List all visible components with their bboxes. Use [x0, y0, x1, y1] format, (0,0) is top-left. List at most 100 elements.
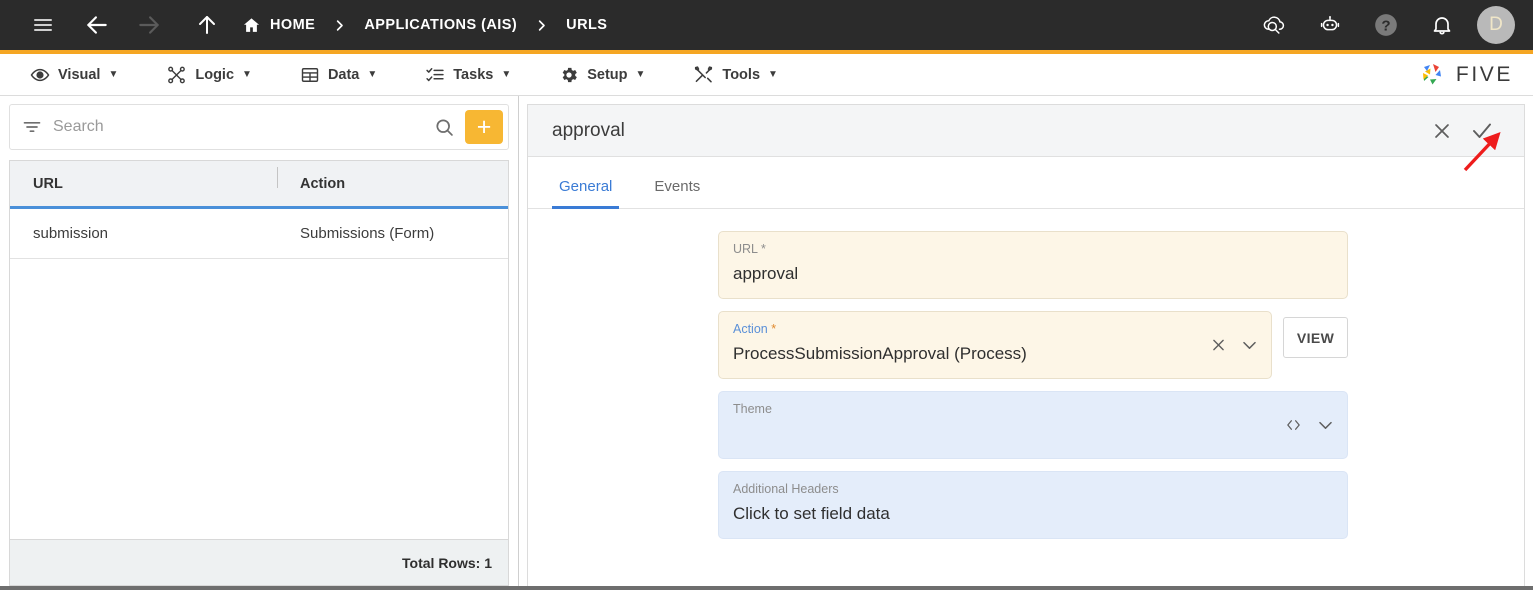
- help-icon[interactable]: ?: [1365, 4, 1407, 46]
- table-grid-icon: [300, 65, 320, 85]
- top-nav-right: ? D: [1253, 4, 1515, 46]
- notifications-bell-icon[interactable]: [1421, 4, 1463, 46]
- menu-label-setup: Setup: [587, 67, 627, 83]
- breadcrumb-separator-2: [534, 18, 549, 33]
- detail-card: approval General Events: [527, 104, 1525, 586]
- form-area: URL * approval Action * Proce: [528, 209, 1524, 586]
- chevron-down-icon: ▼: [636, 70, 646, 80]
- menu-item-tools[interactable]: Tools ▼: [679, 54, 792, 95]
- menu-label-visual: Visual: [58, 67, 100, 83]
- field-label-theme: Theme: [733, 402, 1333, 417]
- field-additional-headers[interactable]: Additional Headers Click to set field da…: [718, 471, 1348, 539]
- close-icon[interactable]: [1422, 111, 1462, 151]
- search-icon[interactable]: [434, 117, 455, 138]
- table-row[interactable]: submission Submissions (Form): [10, 209, 508, 259]
- code-brackets-icon[interactable]: [1284, 417, 1303, 434]
- filter-icon[interactable]: [22, 117, 42, 137]
- chevron-down-icon: ▼: [242, 70, 252, 80]
- back-arrow-icon[interactable]: [76, 4, 118, 46]
- field-value-url: approval: [733, 257, 1333, 298]
- form-column: URL * approval Action * Proce: [718, 231, 1348, 539]
- breadcrumb-separator-1: [332, 18, 347, 33]
- detail-tabs: General Events: [528, 157, 1524, 209]
- field-label-text-action: Action: [733, 322, 768, 336]
- confirm-check-icon[interactable]: [1462, 111, 1502, 151]
- menu-item-visual[interactable]: Visual ▼: [16, 54, 132, 95]
- breadcrumb-item-home[interactable]: HOME: [242, 16, 315, 35]
- breadcrumb-item-applications[interactable]: APPLICATIONS (AIS): [364, 16, 517, 34]
- menu-label-data: Data: [328, 67, 359, 83]
- url-grid: URL Action submission Submissions (Form): [9, 160, 509, 539]
- gear-icon: [559, 65, 579, 85]
- five-pinwheel-logo-icon: [1418, 61, 1448, 89]
- url-detail-panel: approval General Events: [519, 96, 1533, 586]
- field-row-url: URL * approval: [718, 231, 1348, 299]
- field-action-icons: [1210, 336, 1259, 355]
- chevron-down-icon: ▼: [367, 70, 377, 80]
- svg-text:?: ?: [1381, 17, 1390, 34]
- field-label-url: URL *: [733, 242, 1333, 257]
- field-label-action: Action *: [733, 322, 1257, 337]
- field-theme-icons: [1284, 416, 1335, 435]
- add-url-button[interactable]: +: [465, 110, 503, 144]
- brand-logo: FIVE: [1418, 61, 1513, 89]
- cell-url: submission: [10, 225, 277, 242]
- chevron-down-icon[interactable]: [1316, 416, 1335, 435]
- url-list-panel: + URL Action submission Submissions (For…: [0, 96, 519, 586]
- cell-action: Submissions (Form): [277, 225, 508, 242]
- module-menu-bar: Visual ▼ Logic ▼: [0, 54, 1533, 96]
- field-theme[interactable]: Theme: [718, 391, 1348, 459]
- home-icon: [242, 16, 261, 35]
- logic-nodes-icon: [166, 65, 187, 85]
- forward-arrow-icon[interactable]: [128, 4, 170, 46]
- detail-header: approval: [528, 105, 1524, 157]
- field-label-text-url: URL: [733, 242, 758, 256]
- field-value-action: ProcessSubmissionApproval (Process): [733, 337, 1257, 378]
- field-action[interactable]: Action * ProcessSubmissionApproval (Proc…: [718, 311, 1272, 379]
- field-row-action: Action * ProcessSubmissionApproval (Proc…: [718, 311, 1348, 379]
- menu-label-tools: Tools: [722, 67, 760, 83]
- chevron-down-icon: ▼: [768, 70, 778, 80]
- chat-bot-icon[interactable]: [1309, 4, 1351, 46]
- chevron-down-icon: ▼: [108, 70, 118, 80]
- brand-text: FIVE: [1456, 63, 1513, 87]
- clear-x-icon[interactable]: [1210, 337, 1227, 354]
- tools-wrench-icon: [693, 65, 714, 85]
- menu-label-logic: Logic: [195, 67, 234, 83]
- avatar[interactable]: D: [1477, 6, 1515, 44]
- grid-footer: Total Rows: 1: [9, 539, 509, 586]
- breadcrumb-label-home: HOME: [270, 17, 315, 33]
- field-row-theme: Theme: [718, 391, 1348, 459]
- column-header-action[interactable]: Action: [277, 176, 508, 192]
- required-marker: *: [768, 322, 776, 336]
- hamburger-menu-icon[interactable]: [22, 4, 64, 46]
- field-url[interactable]: URL * approval: [718, 231, 1348, 299]
- menu-item-logic[interactable]: Logic ▼: [152, 54, 266, 95]
- field-label-additional-headers: Additional Headers: [733, 482, 1333, 497]
- menu-item-data[interactable]: Data ▼: [286, 54, 391, 95]
- app-root: HOME APPLICATIONS (AIS) URLS: [0, 0, 1533, 590]
- tab-general[interactable]: General: [552, 178, 619, 208]
- required-marker: *: [758, 242, 766, 256]
- breadcrumb-item-urls: URLS: [566, 16, 607, 34]
- window-bottom-edge: [0, 586, 1533, 590]
- cloud-search-icon[interactable]: [1253, 4, 1295, 46]
- view-button[interactable]: VIEW: [1283, 317, 1348, 358]
- grid-header-row: URL Action: [10, 161, 508, 209]
- top-navigation-bar: HOME APPLICATIONS (AIS) URLS: [0, 0, 1533, 54]
- breadcrumb-label-applications: APPLICATIONS (AIS): [364, 17, 517, 33]
- eye-icon: [30, 65, 50, 85]
- column-header-url[interactable]: URL: [10, 176, 277, 192]
- workspace: + URL Action submission Submissions (For…: [0, 96, 1533, 586]
- field-value-additional-headers: Click to set field data: [733, 497, 1333, 538]
- grid-body: submission Submissions (Form): [10, 209, 508, 539]
- up-arrow-icon[interactable]: [186, 4, 228, 46]
- search-input[interactable]: [53, 118, 434, 136]
- breadcrumb-label-urls: URLS: [566, 17, 607, 33]
- tab-events[interactable]: Events: [647, 178, 707, 208]
- page-title: approval: [552, 120, 1422, 142]
- menu-item-tasks[interactable]: Tasks ▼: [411, 54, 525, 95]
- chevron-down-icon[interactable]: [1240, 336, 1259, 355]
- field-row-additional-headers: Additional Headers Click to set field da…: [718, 471, 1348, 539]
- menu-item-setup[interactable]: Setup ▼: [545, 54, 659, 95]
